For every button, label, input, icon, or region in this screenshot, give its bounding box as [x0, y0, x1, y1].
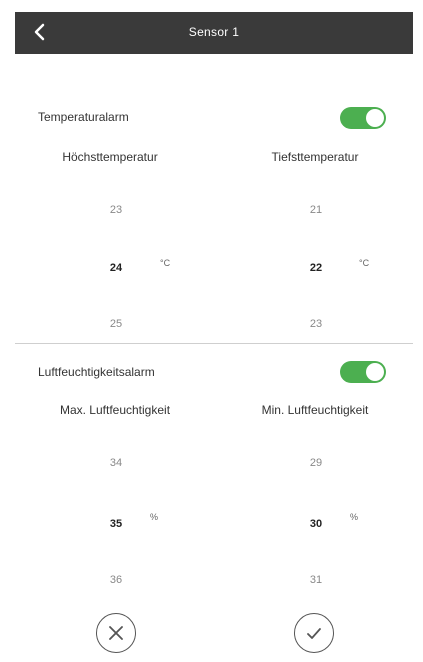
humidity-alarm-toggle[interactable]	[340, 361, 386, 383]
picker-option[interactable]: 23	[96, 204, 136, 216]
picker-selected-value[interactable]: 22	[296, 262, 336, 274]
check-icon	[307, 628, 321, 639]
picker-selected-value[interactable]: 30	[296, 518, 336, 530]
picker-option[interactable]: 21	[296, 204, 336, 216]
picker-option[interactable]: 34	[96, 457, 136, 469]
confirm-button[interactable]	[294, 613, 334, 653]
picker-option[interactable]: 29	[296, 457, 336, 469]
picker-selected-value[interactable]: 35	[96, 518, 136, 530]
max-temperature-label: Höchsttemperatur	[62, 150, 158, 164]
page-title: Sensor 1	[188, 25, 240, 39]
unit-label: °C	[359, 258, 370, 268]
picker-option[interactable]: 23	[296, 318, 336, 330]
picker-option[interactable]: 31	[296, 574, 336, 586]
section-divider	[15, 343, 413, 344]
toggle-knob	[366, 363, 384, 381]
picker-selected-value[interactable]: 24	[96, 262, 136, 274]
unit-label: %	[150, 512, 159, 522]
close-icon	[109, 626, 123, 640]
humidity-alarm-label: Luftfeuchtigkeitsalarm	[38, 365, 155, 379]
picker-option[interactable]: 36	[96, 574, 136, 586]
picker-option[interactable]: 25	[96, 318, 136, 330]
min-humidity-label: Min. Luftfeuchtigkeit	[261, 403, 369, 417]
unit-label: %	[350, 512, 359, 522]
title-bar: Sensor 1	[15, 12, 413, 54]
temperature-alarm-label: Temperaturalarm	[38, 110, 129, 124]
unit-label: °C	[160, 258, 171, 268]
temperature-alarm-toggle[interactable]	[340, 107, 386, 129]
toggle-knob	[366, 109, 384, 127]
max-humidity-label: Max. Luftfeuchtigkeit	[59, 403, 171, 417]
cancel-button[interactable]	[96, 613, 136, 653]
min-temperature-label: Tiefsttemperatur	[271, 150, 359, 164]
